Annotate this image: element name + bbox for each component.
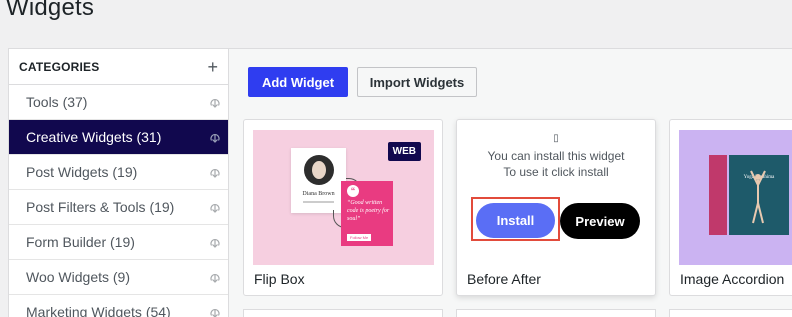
quote-icon: “ [347,185,359,197]
profile-name: Diana Brown [302,191,335,197]
image-accordion-thumbnail: Yoga Madhima [679,130,792,265]
install-message-line1: You can install this widget [487,149,625,163]
preview-button[interactable]: Preview [560,203,640,239]
download-icon[interactable] [207,269,223,285]
follow-button-preview: Follow Me [347,234,372,241]
avatar [304,155,334,185]
install-message-line2: To use it click install [503,165,609,179]
page-title: Widgets [6,0,95,21]
category-item-post-widgets[interactable]: Post Widgets (19) [9,155,228,190]
category-item-creative-widgets[interactable]: Creative Widgets (31) [9,120,228,155]
add-widget-button[interactable]: Add Widget [248,67,348,97]
widget-card-label: Flip Box [254,271,305,287]
install-button[interactable]: Install [476,203,555,238]
category-item-form-builder[interactable]: Form Builder (19) [9,225,228,260]
plus-icon[interactable]: + [207,58,218,76]
categories-header: CATEGORIES + [9,49,228,85]
category-item-marketing-widgets[interactable]: Marketing Widgets (54) [9,295,228,317]
category-item-post-filters-tools[interactable]: Post Filters & Tools (19) [9,190,228,225]
download-icon[interactable] [207,164,223,180]
web-badge: WEB [387,142,421,161]
profile-subtitle [303,201,334,203]
import-widgets-button[interactable]: Import Widgets [357,67,477,97]
categories-sidebar: CATEGORIES + Tools (37) Creative Widgets… [8,48,228,317]
widget-card[interactable] [669,309,792,317]
download-icon[interactable] [207,234,223,250]
quote-preview: “ “Good written code is poetry for soul”… [341,181,393,246]
category-item-woo-widgets[interactable]: Woo Widgets (9) [9,260,228,295]
yoga-figure-icon [750,170,766,224]
categories-title: CATEGORIES [19,59,100,74]
category-label: Marketing Widgets (54) [26,304,171,317]
accordion-panel [709,155,727,235]
widget-card[interactable] [456,309,656,317]
widget-card-flip-box[interactable]: WEB Diana Brown “ “Good written code is … [243,119,443,296]
category-label: Creative Widgets (31) [26,129,162,145]
profile-preview: Diana Brown [291,148,346,213]
download-icon[interactable] [207,304,223,317]
flip-box-thumbnail: WEB Diana Brown “ “Good written code is … [253,130,434,265]
widget-card[interactable] [243,309,443,317]
category-label: Post Widgets (19) [26,164,138,180]
category-label: Post Filters & Tools (19) [26,199,175,215]
widget-card-before-after[interactable]: ▯ You can install this widget To use it … [456,119,656,296]
widget-card-image-accordion[interactable]: Yoga Madhima Image Accordion [669,119,792,296]
download-icon[interactable] [207,129,223,145]
widget-card-label: Before After [467,271,541,287]
category-label: Form Builder (19) [26,234,135,250]
quote-text: “Good written code is poetry for soul” [347,200,390,222]
widget-card-label: Image Accordion [680,271,785,287]
category-label: Woo Widgets (9) [26,269,130,285]
category-item-tools[interactable]: Tools (37) [9,85,228,120]
download-icon[interactable] [207,94,223,110]
download-icon[interactable] [207,199,223,215]
category-label: Tools (37) [26,94,88,110]
widget-icon: ▯ [553,133,559,144]
